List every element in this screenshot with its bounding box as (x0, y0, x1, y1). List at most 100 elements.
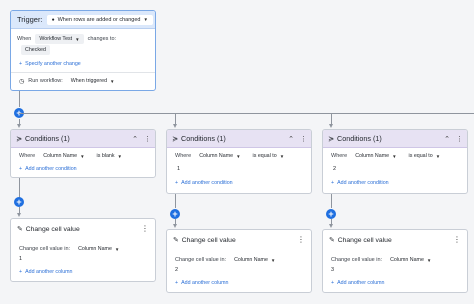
condition-value-3[interactable]: 2 (333, 166, 336, 172)
trigger-value-label: Checked (25, 47, 46, 53)
action-column-select-3[interactable]: Column Name ▼ (386, 255, 435, 265)
add-step-button-2[interactable]: + (170, 209, 180, 219)
connector-cond-1 (19, 178, 20, 198)
more-vertical-icon[interactable]: ⋮ (453, 235, 461, 244)
users-icon: ● (51, 16, 55, 23)
add-another-condition-link-2[interactable]: + Add another condition (175, 180, 233, 186)
chevron-up-icon[interactable]: ⌃ (444, 135, 450, 143)
trigger-value-chip[interactable]: Checked (21, 45, 50, 55)
condition-column-select-2[interactable]: Column Name ▼ (195, 151, 244, 161)
filter-icon: ≽ (172, 134, 179, 143)
condition-operator-label: is equal to (408, 153, 433, 159)
condition-column-select-1[interactable]: Column Name ▼ (39, 151, 88, 161)
chevron-down-icon: ▼ (80, 153, 85, 159)
condition-card-1[interactable]: ≽ Conditions (1) ⌃ ⋮ Where Column Name ▼… (10, 129, 156, 178)
action-field-row-1: Change cell value in: Column Name ▼ (19, 244, 123, 254)
chevron-down-icon: ▼ (270, 257, 276, 263)
action-title-row-3: ✎ Change cell value (329, 236, 392, 245)
plus-icon: + (19, 61, 23, 67)
action-column-label: Column Name (390, 257, 424, 263)
action-value-3[interactable]: 3 (331, 267, 334, 273)
chevron-up-icon[interactable]: ⌃ (132, 135, 138, 143)
action-field-label: Change cell value in: (19, 246, 71, 252)
action-title-row-2: ✎ Change cell value (173, 236, 236, 245)
filter-icon: ≽ (328, 134, 335, 143)
trigger-column-select[interactable]: Workflow Test ▼ (35, 34, 84, 44)
chevron-down-icon: ▼ (392, 153, 397, 159)
add-another-column-link-3[interactable]: + Add another column (331, 280, 385, 286)
action-field-label: Change cell value in: (175, 257, 227, 263)
add-another-column-link-1[interactable]: + Add another column (19, 269, 73, 275)
action-card-3[interactable]: ✎ Change cell value ⋮ Change cell value … (322, 229, 468, 293)
connector-trigger-down (19, 91, 20, 107)
action-title-row-1: ✎ Change cell value (17, 225, 80, 234)
specify-another-change-link[interactable]: + Specify another change (19, 61, 81, 67)
trigger-card[interactable]: Trigger: ● When rows are added or change… (10, 10, 156, 91)
chevron-down-icon: ▼ (75, 36, 80, 42)
more-vertical-icon[interactable]: ⋮ (297, 235, 305, 244)
trigger-event-label: When rows are added or changed (57, 16, 141, 23)
add-condition-label: Add another condition (25, 166, 77, 172)
specify-change-row: + Specify another change (19, 61, 81, 67)
add-condition-label: Add another condition (181, 180, 233, 186)
trigger-event-select[interactable]: ● When rows are added or changed ▼ (46, 14, 153, 25)
add-step-button-1[interactable]: + (14, 197, 24, 207)
trigger-column-label: Workflow Test (39, 36, 73, 42)
add-another-condition-link-1[interactable]: + Add another condition (19, 166, 77, 172)
specify-link-label: Specify another change (25, 61, 81, 67)
condition-card-3[interactable]: ≽ Conditions (1) ⌃ ⋮ Where Column Name ▼… (322, 129, 468, 194)
action-value-2[interactable]: 2 (175, 267, 178, 273)
condition-title-3: Conditions (1) (337, 134, 382, 143)
more-vertical-icon[interactable]: ⋮ (300, 135, 307, 143)
condition-operator-select-2[interactable]: is equal to ▼ (249, 151, 289, 161)
more-vertical-icon[interactable]: ⋮ (144, 135, 151, 143)
condition-operator-select-1[interactable]: is blank ▼ (93, 151, 126, 161)
condition-column-select-3[interactable]: Column Name ▼ (351, 151, 400, 161)
add-step-button-3[interactable]: + (326, 209, 336, 219)
where-label: Where (175, 153, 192, 159)
run-workflow-value: When triggered (70, 78, 108, 84)
trigger-header: Trigger: ● When rows are added or change… (11, 11, 155, 29)
add-another-condition-link-3[interactable]: + Add another condition (331, 180, 389, 186)
action-column-select-1[interactable]: Column Name ▼ (74, 244, 123, 254)
action-card-1[interactable]: ✎ Change cell value ⋮ Change cell value … (10, 218, 156, 282)
trigger-when-row: When Workflow Test ▼ changes to: (17, 34, 116, 44)
condition-row-2: Where Column Name ▼ is equal to ▼ (175, 151, 288, 161)
filter-icon: ≽ (16, 134, 23, 143)
add-column-row-3: + Add another column (331, 280, 385, 286)
plus-icon: + (331, 180, 335, 186)
action-column-label: Column Name (234, 257, 268, 263)
condition-card-2[interactable]: ≽ Conditions (1) ⌃ ⋮ Where Column Name ▼… (166, 129, 312, 194)
action-field-row-2: Change cell value in: Column Name ▼ (175, 255, 279, 265)
condition-title-2: Conditions (1) (181, 134, 226, 143)
more-vertical-icon[interactable]: ⋮ (141, 224, 149, 233)
condition-value-2[interactable]: 1 (177, 166, 180, 172)
arrow-action-2 (173, 224, 177, 228)
chevron-up-icon[interactable]: ⌃ (288, 135, 294, 143)
action-title-3: Change cell value (337, 236, 392, 244)
action-title-1: Change cell value (25, 225, 80, 233)
plus-icon: + (19, 269, 23, 275)
run-workflow-select[interactable]: When triggered ▼ (67, 76, 119, 86)
action-column-select-2[interactable]: Column Name ▼ (230, 255, 279, 265)
action-card-2[interactable]: ✎ Change cell value ⋮ Change cell value … (166, 229, 312, 293)
condition-column-label: Column Name (355, 153, 390, 159)
arrow-branch-3 (329, 124, 333, 128)
add-column-label: Add another column (337, 280, 385, 286)
arrow-branch-2 (173, 124, 177, 128)
add-column-row-2: + Add another column (175, 280, 229, 286)
add-another-column-link-2[interactable]: + Add another column (175, 280, 229, 286)
action-column-label: Column Name (78, 246, 112, 252)
pencil-icon: ✎ (173, 237, 179, 244)
chevron-down-icon: ▼ (426, 257, 432, 263)
more-vertical-icon[interactable]: ⋮ (456, 135, 463, 143)
condition-column-label: Column Name (43, 153, 78, 159)
condition-header-2: ≽ Conditions (1) ⌃ ⋮ (167, 130, 311, 148)
action-value-1[interactable]: 1 (19, 256, 22, 262)
trigger-value-row: Checked (21, 45, 50, 55)
add-condition-label: Add another condition (337, 180, 389, 186)
condition-operator-select-3[interactable]: is equal to ▼ (405, 151, 445, 161)
trigger-label: Trigger: (17, 15, 43, 24)
chevron-down-icon: ▼ (110, 78, 115, 84)
chevron-down-icon: ▼ (114, 246, 120, 252)
